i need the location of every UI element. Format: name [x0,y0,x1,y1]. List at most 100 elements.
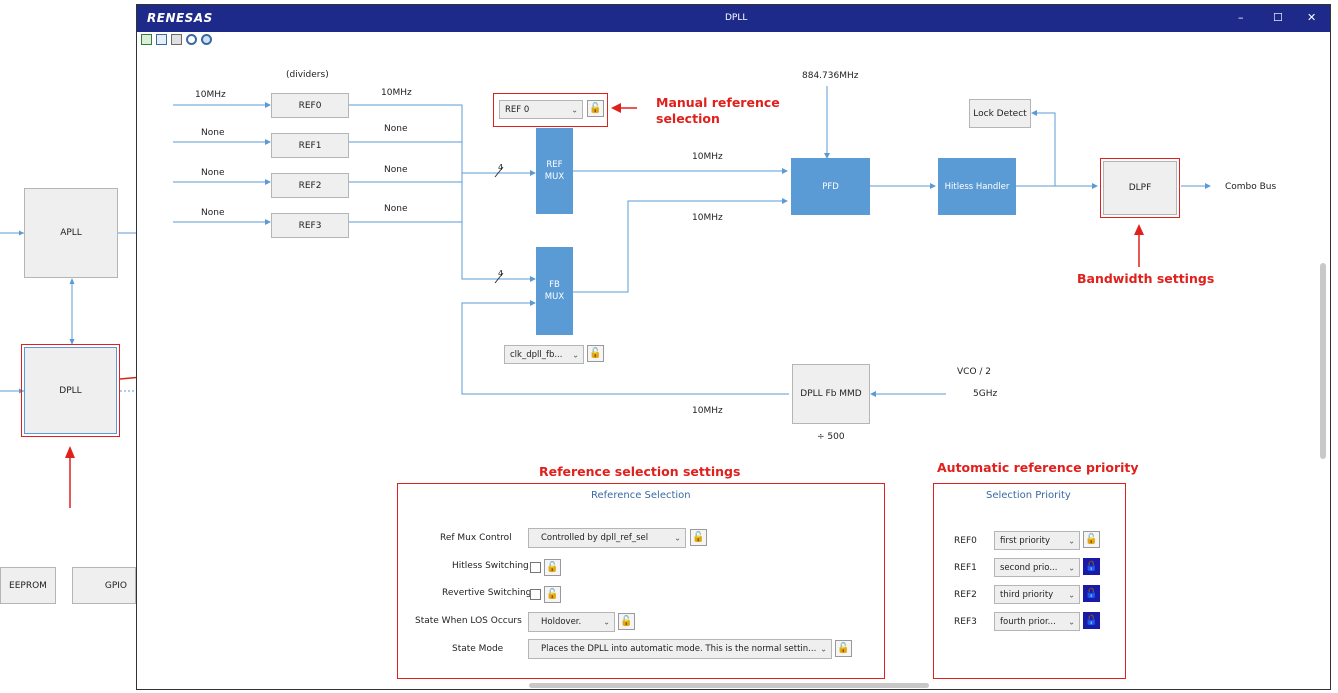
ref-mux-output-freq: 10MHz [692,152,723,162]
gpio-label: GPIO [104,580,127,591]
fb-select-value: clk_dpll_fb... [510,349,563,360]
lock-icon: 🔒 [1085,588,1098,599]
vco-freq-label: 5GHz [973,389,998,399]
revertive-switching-checkbox[interactable] [530,589,541,600]
chevron-down-icon: ⌄ [1068,617,1075,626]
unlock-icon: 🔓 [692,532,705,543]
pfd-input-freq: 884.736MHz [802,71,859,81]
los-state-lock-button[interactable]: 🔓 [618,613,635,630]
ref1-label: REF1 [298,140,322,151]
ref-select-lock-button[interactable]: 🔓 [587,100,604,117]
fb-select-dropdown[interactable]: clk_dpll_fb... ⌄ [504,345,584,364]
fb-bus-width: 4 [498,269,504,278]
prio-ref0-lock-button[interactable]: 🔓 [1083,531,1100,548]
chevron-down-icon: ⌄ [820,644,827,654]
prio-ref1-label: REF1 [954,563,977,573]
ref0-label: REF0 [298,100,322,111]
eeprom-label: EEPROM [9,580,47,591]
ref-bus-width: 4 [498,163,504,172]
chevron-down-icon: ⌄ [1068,563,1075,572]
ref1-output-freq: None [384,124,408,134]
prio-ref1-lock-button[interactable]: 🔒 [1083,558,1100,575]
horizontal-scrollbar[interactable] [529,683,929,688]
unlock-icon: 🔓 [589,103,602,114]
ref-mux-control-lock-button[interactable]: 🔓 [690,529,707,546]
lock-detect-label: Lock Detect [973,108,1027,119]
state-mode-label: State Mode [452,644,504,654]
unlock-icon: 🔓 [546,589,559,600]
fb-mux-output-freq: 10MHz [692,213,723,223]
unlock-icon: 🔓 [546,562,559,573]
eeprom-block[interactable]: EEPROM [0,567,56,604]
chevron-down-icon: ⌄ [603,617,610,627]
ref3-input-freq: None [201,208,225,218]
vco-label: VCO / 2 [957,367,992,377]
pfd-block[interactable]: PFD [791,158,870,215]
lock-icon: 🔒 [1085,615,1098,626]
prio-ref1-value: second prio... [1000,562,1058,573]
dlpf-label: DLPF [1128,183,1152,193]
ref2-label: REF2 [298,180,322,191]
dlpf-block[interactable]: DLPF [1103,161,1177,215]
prio-ref3-dropdown[interactable]: fourth prior... ⌄ [994,612,1080,631]
ref1-input-freq: None [201,128,225,138]
revertive-switching-lock-button[interactable]: 🔓 [544,586,561,603]
ref0-divider[interactable]: REF0 [271,93,349,118]
fb-mux-block[interactable]: FB MUX [536,247,573,335]
dpll-block[interactable]: DPLL [24,347,117,434]
ref3-output-freq: None [384,204,408,214]
chevron-down-icon: ⌄ [571,105,578,114]
prio-ref3-lock-button[interactable]: 🔒 [1083,612,1100,629]
ref-mux-block[interactable]: REF MUX [536,128,573,214]
ref0-input-freq: 10MHz [195,90,226,100]
prio-ref0-dropdown[interactable]: first priority ⌄ [994,531,1080,550]
prio-ref1-dropdown[interactable]: second prio... ⌄ [994,558,1080,577]
dpll-fb-mmd-block[interactable]: DPLL Fb MMD [792,364,870,424]
selection-priority-title: Selection Priority [986,490,1071,501]
prio-ref2-lock-button[interactable]: 🔒 [1083,585,1100,602]
fb-select-lock-button[interactable]: 🔓 [587,345,604,362]
hitless-switching-lock-button[interactable]: 🔓 [544,559,561,576]
auto-priority-annotation: Automatic reference priority [937,460,1139,475]
prio-ref3-label: REF3 [954,617,977,627]
ref-select-dropdown[interactable]: REF 0 ⌄ [499,100,583,119]
gpio-block[interactable]: GPIO [72,567,136,604]
mmd-divider-value: ÷ 500 [817,432,845,442]
state-mode-value: Places the DPLL into automatic mode. Thi… [541,644,817,654]
combo-bus-label: Combo Bus [1225,182,1277,192]
unlock-icon: 🔓 [1085,534,1098,545]
chevron-down-icon: ⌄ [1068,590,1075,599]
ref3-divider[interactable]: REF3 [271,213,349,238]
chevron-down-icon: ⌄ [572,350,579,359]
chevron-down-icon: ⌄ [674,533,681,543]
prio-ref2-dropdown[interactable]: third priority ⌄ [994,585,1080,604]
unlock-icon: 🔓 [620,616,633,627]
hitless-switching-label: Hitless Switching [452,561,529,571]
dpll-label: DPLL [59,385,82,396]
dividers-label: (dividers) [286,70,329,80]
hitless-handler-block[interactable]: Hitless Handler [938,158,1016,215]
los-state-dropdown[interactable]: Holdover. ⌄ [528,612,615,632]
lock-detect-block[interactable]: Lock Detect [969,99,1031,128]
apll-block[interactable]: APLL [24,188,118,278]
ref-selection-annotation: Reference selection settings [539,464,741,479]
ref-select-value: REF 0 [505,104,530,115]
ref-mux-control-dropdown[interactable]: Controlled by dpll_ref_sel ⌄ [528,528,686,548]
ref2-divider[interactable]: REF2 [271,173,349,198]
state-mode-dropdown[interactable]: Places the DPLL into automatic mode. Thi… [528,639,832,659]
los-state-label: State When LOS Occurs [415,616,522,626]
prio-ref0-label: REF0 [954,536,977,546]
ref-mux-control-label: Ref Mux Control [440,533,512,543]
prio-ref2-label: REF2 [954,590,977,600]
dpll-window: RENESAS DPLL – ☐ ✕ (dividers) 10MHz 10MH… [136,4,1331,690]
feedback-freq: 10MHz [692,406,723,416]
unlock-icon: 🔓 [837,643,850,654]
dpll-fb-mmd-label: DPLL Fb MMD [800,389,862,399]
ref3-label: REF3 [298,220,322,231]
manual-ref-annotation: Manual reference selection [656,95,780,126]
ref1-divider[interactable]: REF1 [271,133,349,158]
ref2-input-freq: None [201,168,225,178]
hitless-switching-checkbox[interactable] [530,562,541,573]
state-mode-lock-button[interactable]: 🔓 [835,640,852,657]
vertical-scrollbar[interactable] [1320,263,1326,459]
